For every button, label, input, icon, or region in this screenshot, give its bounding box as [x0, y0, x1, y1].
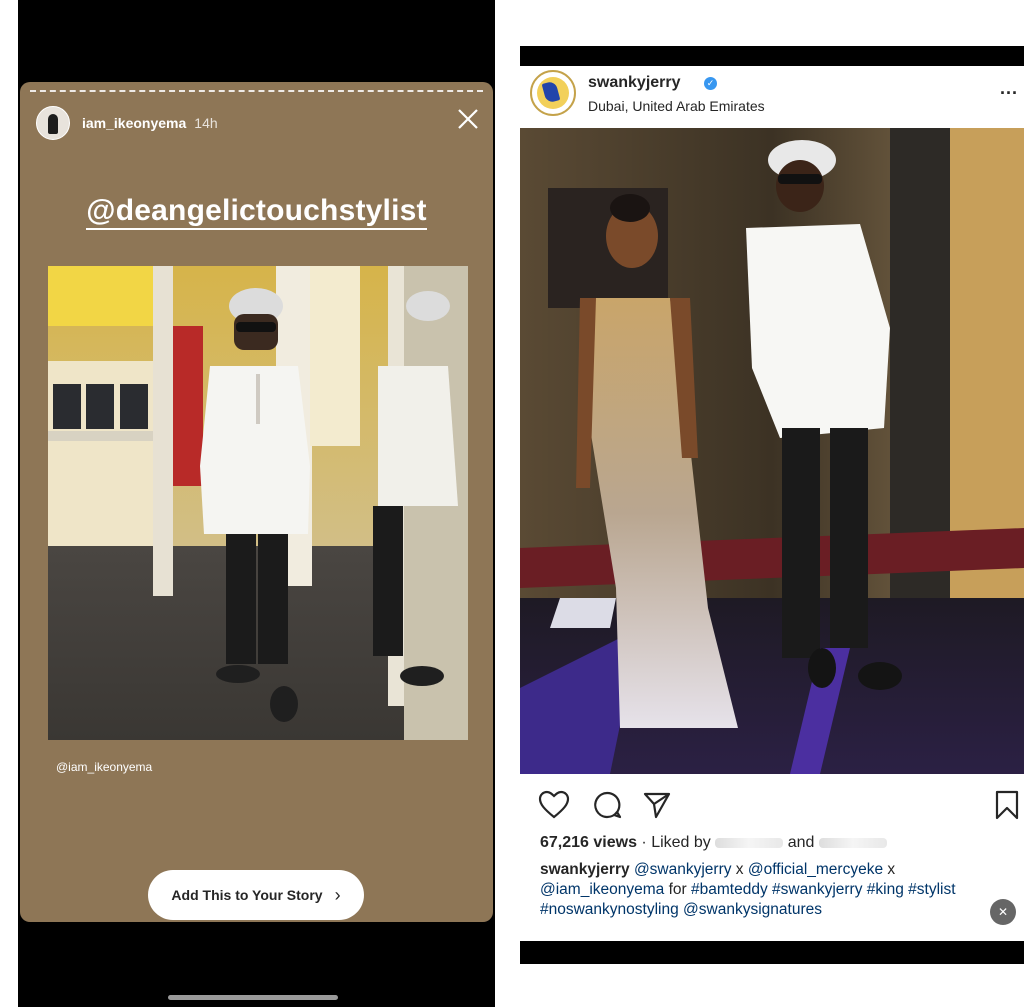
caption-text: x	[731, 861, 748, 878]
story-photo-credit: @iam_ikeonyema	[56, 760, 153, 774]
home-indicator[interactable]	[168, 995, 338, 1000]
caption-mention[interactable]: @swankysignatures	[683, 901, 822, 918]
post-views-line: 67,216 views · Liked by and	[540, 834, 887, 852]
more-icon[interactable]: ...	[1000, 78, 1018, 99]
story-timestamp: 14h	[194, 115, 218, 131]
post-header: swankyjerry ✓ Dubai, United Arab Emirate…	[530, 70, 1020, 122]
add-to-story-button[interactable]: Add This to Your Story ›	[148, 870, 364, 920]
share-icon[interactable]	[642, 790, 672, 820]
chevron-right-icon: ›	[334, 884, 341, 905]
caption-mention[interactable]: @iam_ikeonyema	[540, 881, 664, 898]
story-screen: iam_ikeonyema 14h @deangelictouchstylist	[18, 0, 495, 1007]
caption-text: x	[883, 861, 896, 878]
story-avatar[interactable]	[36, 106, 70, 140]
story-username[interactable]: iam_ikeonyema	[82, 115, 186, 131]
story-header: iam_ikeonyema 14h	[36, 106, 218, 140]
post-action-bar	[538, 790, 1024, 820]
bookmark-icon[interactable]	[994, 790, 1020, 820]
post-screen: swankyjerry ✓ Dubai, United Arab Emirate…	[520, 46, 1024, 964]
story-card[interactable]: iam_ikeonyema 14h @deangelictouchstylist	[20, 82, 493, 922]
caption-hashtag[interactable]: #bamteddy	[691, 881, 768, 898]
story-mention-sticker[interactable]: @deangelictouchstylist	[20, 194, 493, 230]
story-progress-bar	[30, 90, 483, 92]
views-count[interactable]: 67,216 views	[540, 834, 637, 851]
post-caption: swankyjerry @swankyjerry x @official_mer…	[540, 860, 1010, 920]
post-card: swankyjerry ✓ Dubai, United Arab Emirate…	[520, 66, 1024, 941]
add-to-story-label: Add This to Your Story	[171, 887, 323, 903]
close-icon[interactable]	[453, 104, 483, 134]
story-photo	[48, 266, 468, 740]
liked-by-prefix: · Liked by	[636, 834, 711, 851]
caption-mention[interactable]: @swankyjerry	[634, 861, 732, 878]
comment-icon[interactable]	[592, 790, 622, 820]
post-username[interactable]: swankyjerry	[588, 74, 681, 92]
caption-mention[interactable]: @official_mercyeke	[748, 861, 883, 878]
post-location[interactable]: Dubai, United Arab Emirates	[588, 98, 765, 114]
caption-hashtag[interactable]: #noswankynostyling	[540, 901, 679, 918]
caption-text: for	[664, 881, 691, 898]
verified-icon: ✓	[704, 77, 717, 90]
liked-by-and: and	[787, 834, 815, 851]
caption-hashtag[interactable]: #swankyjerry	[772, 881, 862, 898]
caption-hashtag[interactable]: #king	[867, 881, 904, 898]
caption-hashtag[interactable]: #stylist	[908, 881, 955, 898]
heart-icon[interactable]	[538, 790, 570, 820]
post-video[interactable]	[520, 128, 1024, 774]
liked-by-others-redacted	[818, 837, 887, 848]
caption-username[interactable]: swankyjerry	[540, 861, 630, 878]
post-avatar[interactable]	[530, 70, 576, 116]
liked-by-user-redacted	[715, 837, 784, 848]
